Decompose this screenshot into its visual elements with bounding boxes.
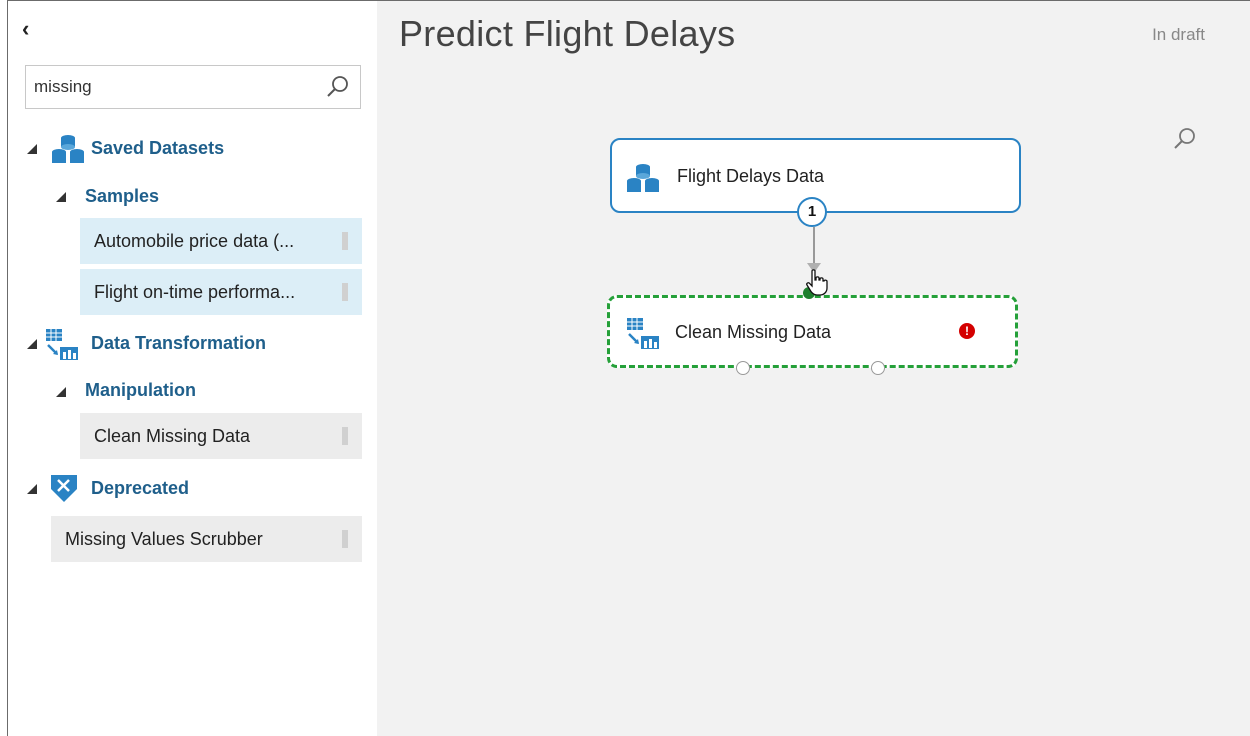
search-box <box>25 65 361 109</box>
datasets-icon <box>627 164 659 192</box>
drag-handle[interactable] <box>342 530 348 548</box>
expand-triangle-icon[interactable] <box>55 386 67 398</box>
expand-triangle-icon[interactable] <box>26 338 38 350</box>
module-label: Clean Missing Data <box>675 322 832 342</box>
drag-handle[interactable] <box>342 283 348 301</box>
module-item[interactable]: Automobile price data (... <box>80 218 362 264</box>
deprecated-icon <box>51 475 77 502</box>
experiment-canvas[interactable]: Predict Flight Delays In draft Flight De… <box>377 1 1250 736</box>
output-port[interactable] <box>736 361 750 375</box>
subcategory-label: Manipulation <box>85 380 196 400</box>
expand-triangle-icon[interactable] <box>55 191 67 203</box>
output-port[interactable]: 1 <box>797 197 827 227</box>
search-icon[interactable] <box>326 75 350 99</box>
category-label: Saved Datasets <box>91 138 225 158</box>
module-clean-missing-data[interactable]: Clean Missing Data ! <box>607 295 1018 368</box>
output-port[interactable] <box>871 361 885 375</box>
module-item-label: Missing Values Scrubber <box>65 529 263 549</box>
module-item-label: Flight on-time performa... <box>94 282 296 302</box>
category-label: Deprecated <box>91 478 190 498</box>
search-icon[interactable] <box>1172 126 1198 152</box>
module-item[interactable]: Clean Missing Data <box>80 413 362 459</box>
drag-handle[interactable] <box>342 427 348 445</box>
category-label: Data Transformation <box>91 333 267 353</box>
expand-triangle-icon[interactable] <box>26 143 38 155</box>
drag-handle[interactable] <box>342 232 348 250</box>
module-item[interactable]: Flight on-time performa... <box>80 269 362 315</box>
error-icon[interactable]: ! <box>959 323 975 339</box>
module-item-label: Clean Missing Data <box>94 426 251 446</box>
search-input[interactable] <box>34 76 304 98</box>
collapse-palette-button[interactable]: ‹ <box>22 17 42 41</box>
data-transformation-icon <box>627 318 659 349</box>
datasets-icon <box>52 135 84 163</box>
subcategory-label: Samples <box>85 186 160 206</box>
expand-triangle-icon[interactable] <box>26 483 38 495</box>
module-item[interactable]: Missing Values Scrubber <box>51 516 362 562</box>
module-label: Flight Delays Data <box>677 166 825 186</box>
hand-cursor-icon <box>806 269 828 296</box>
data-transformation-icon <box>46 329 78 360</box>
status-label: In draft <box>1152 25 1205 44</box>
page-title: Predict Flight Delays <box>399 13 736 54</box>
module-palette: ‹ Saved Datasets Samples Automobile pric… <box>8 1 377 736</box>
module-item-label: Automobile price data (... <box>94 231 295 251</box>
